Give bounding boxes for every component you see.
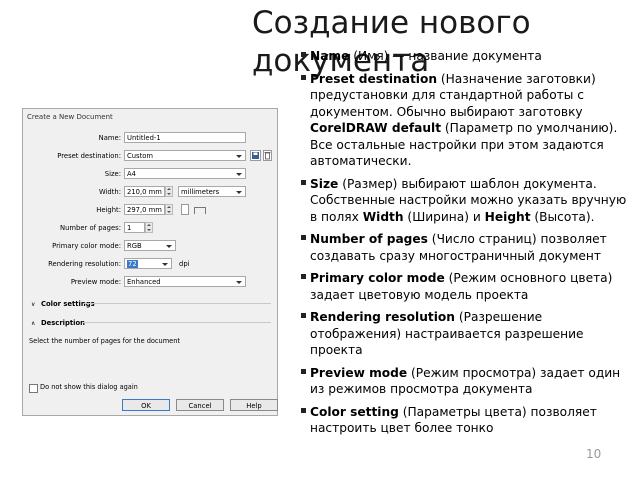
help-button[interactable]: Help [230, 399, 278, 411]
bullet-term: Preview mode [310, 365, 408, 380]
height-label: Height: [96, 206, 121, 214]
pages-row: Number of pages: 1 [23, 221, 277, 235]
width-stepper[interactable] [165, 186, 173, 197]
dpi-label: dpi [179, 260, 190, 268]
bullet-term: Size [310, 176, 339, 191]
bullet-term: Number of pages [310, 232, 428, 246]
list-item: Preview mode (Режим просмотра) задает од… [301, 365, 637, 398]
page-number: 10 [586, 447, 602, 461]
description-label: Description [41, 319, 85, 327]
bullet-term: Rendering resolution [310, 310, 455, 324]
bullet-text: (Имя) — название документа [349, 49, 542, 63]
list-item: Color setting (Параметры цвета) позволяе… [301, 404, 637, 437]
size-row: Size: A4 [23, 167, 277, 181]
dont-show-label: Do not show this dialog again [40, 383, 138, 391]
description-text: Select the number of pages for the docum… [29, 337, 180, 345]
height-row: Height: 297,0 mm [23, 203, 277, 217]
list-item: Rendering resolution (Разрешение отображ… [301, 309, 637, 359]
size-select[interactable]: A4 [124, 168, 246, 179]
list-item: Preset destination (Назначение заготовки… [301, 71, 637, 170]
bullet-term: CorelDRAW default [310, 121, 442, 135]
section-divider [83, 322, 271, 323]
ok-button[interactable]: OK [122, 399, 170, 411]
bullet-list: Name (Имя) — название документа Preset d… [301, 48, 637, 443]
resolution-select[interactable]: 72 [124, 258, 172, 269]
pages-label: Number of pages: [60, 224, 121, 232]
width-label: Width: [98, 188, 121, 196]
bullet-text: (Высота). [530, 209, 595, 224]
preview-select[interactable]: Enhanced [124, 276, 246, 287]
color-mode-label: Primary color mode: [52, 242, 121, 250]
bullet-term: Primary color mode [310, 271, 445, 285]
dont-show-checkbox[interactable] [29, 384, 38, 393]
bullet-term: Width [362, 209, 404, 224]
create-new-document-dialog: Create a New Document Name: Untitled-1 P… [22, 108, 278, 416]
landscape-orientation-icon[interactable] [194, 207, 206, 214]
cancel-button[interactable]: Cancel [176, 399, 224, 411]
units-select[interactable]: millimeters [178, 186, 246, 197]
delete-preset-icon[interactable] [263, 150, 272, 161]
bullet-text: (Ширина) и [403, 209, 485, 224]
size-label: Size: [104, 170, 121, 178]
resolution-value: 72 [127, 260, 138, 268]
preset-row: Preset destination: Custom [23, 149, 277, 163]
name-label: Name: [98, 134, 121, 142]
chevron-up-icon: ∧ [31, 320, 36, 327]
save-preset-icon[interactable] [250, 150, 261, 161]
color-mode-row: Primary color mode: RGB [23, 239, 277, 253]
portrait-orientation-icon[interactable] [181, 204, 189, 215]
height-stepper[interactable] [165, 204, 173, 215]
width-input[interactable]: 210,0 mm [124, 186, 165, 197]
name-input[interactable]: Untitled-1 [124, 132, 246, 143]
name-row: Name: Untitled-1 [23, 131, 277, 145]
dialog-title: Create a New Document [27, 113, 113, 121]
preset-select[interactable]: Custom [124, 150, 246, 161]
preview-label: Preview mode: [70, 278, 121, 286]
pages-input[interactable]: 1 [124, 222, 145, 233]
preset-label: Preset destination: [57, 152, 121, 160]
section-divider [83, 303, 271, 304]
color-settings-label: Color settings [41, 300, 95, 308]
bullet-term: Color setting [310, 404, 399, 419]
description-toggle[interactable]: ∧ Description [31, 319, 85, 327]
resolution-label: Rendering resolution: [48, 260, 121, 268]
chevron-down-icon: ∨ [31, 301, 36, 308]
color-mode-select[interactable]: RGB [124, 240, 176, 251]
height-input[interactable]: 297,0 mm [124, 204, 165, 215]
color-settings-toggle[interactable]: ∨ Color settings [31, 300, 95, 308]
width-row: Width: 210,0 mm millimeters [23, 185, 277, 199]
list-item: Size (Размер) выбирают шаблон документа.… [301, 176, 637, 226]
bullet-term: Name [310, 49, 350, 63]
list-item: Name (Имя) — название документа [301, 48, 637, 65]
list-item: Primary color mode (Режим основного цвет… [301, 270, 637, 303]
pages-stepper[interactable] [145, 222, 153, 233]
list-item: Number of pages (Число страниц) позволяе… [301, 231, 637, 264]
resolution-row: Rendering resolution: 72 dpi [23, 257, 277, 271]
bullet-term: Preset destination [310, 71, 437, 86]
preview-row: Preview mode: Enhanced [23, 275, 277, 289]
bullet-term: Height [484, 209, 531, 224]
